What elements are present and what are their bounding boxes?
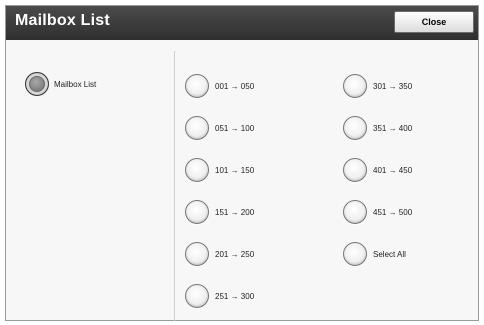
range-option-051-100[interactable]: 051 → 100	[185, 116, 254, 140]
range-option-101-150[interactable]: 101 → 150	[185, 158, 254, 182]
radio-button[interactable]	[185, 200, 209, 224]
radio-button[interactable]	[343, 74, 367, 98]
close-button[interactable]: Close	[394, 11, 474, 33]
mailbox-list-option-label: Mailbox List	[54, 79, 97, 89]
radio-button[interactable]	[185, 158, 209, 182]
range-label: 151 → 200	[215, 207, 255, 217]
range-label: 351 → 400	[373, 123, 413, 133]
select-all-label: Select All	[373, 249, 406, 259]
title-bar: Mailbox List Close	[6, 6, 478, 40]
range-option-351-400[interactable]: 351 → 400	[343, 116, 412, 140]
range-option-401-450[interactable]: 401 → 450	[343, 158, 412, 182]
range-option-251-300[interactable]: 251 → 300	[185, 284, 254, 308]
mailbox-list-option[interactable]: Mailbox List	[25, 72, 96, 96]
radio-button[interactable]	[343, 242, 367, 266]
range-option-151-200[interactable]: 151 → 200	[185, 200, 254, 224]
range-label: 401 → 450	[373, 165, 413, 175]
radio-button-selected[interactable]	[25, 72, 49, 96]
select-all-option[interactable]: Select All	[343, 242, 406, 266]
radio-button[interactable]	[343, 200, 367, 224]
mailbox-list-panel: Mailbox List Close Mailbox List 001 → 05…	[5, 5, 479, 321]
radio-button[interactable]	[185, 242, 209, 266]
radio-button[interactable]	[185, 74, 209, 98]
range-label: 051 → 100	[215, 123, 255, 133]
page-title: Mailbox List	[15, 12, 110, 29]
range-label: 201 → 250	[215, 249, 255, 259]
range-option-001-050[interactable]: 001 → 050	[185, 74, 254, 98]
range-label: 251 → 300	[215, 291, 255, 301]
radio-button[interactable]	[185, 284, 209, 308]
range-option-451-500[interactable]: 451 → 500	[343, 200, 412, 224]
radio-button[interactable]	[185, 116, 209, 140]
radio-button[interactable]	[343, 116, 367, 140]
range-label: 451 → 500	[373, 207, 413, 217]
radio-button[interactable]	[343, 158, 367, 182]
range-label: 101 → 150	[215, 165, 255, 175]
range-option-201-250[interactable]: 201 → 250	[185, 242, 254, 266]
range-label: 001 → 050	[215, 81, 255, 91]
range-option-301-350[interactable]: 301 → 350	[343, 74, 412, 98]
column-divider	[174, 51, 175, 321]
range-label: 301 → 350	[373, 81, 413, 91]
